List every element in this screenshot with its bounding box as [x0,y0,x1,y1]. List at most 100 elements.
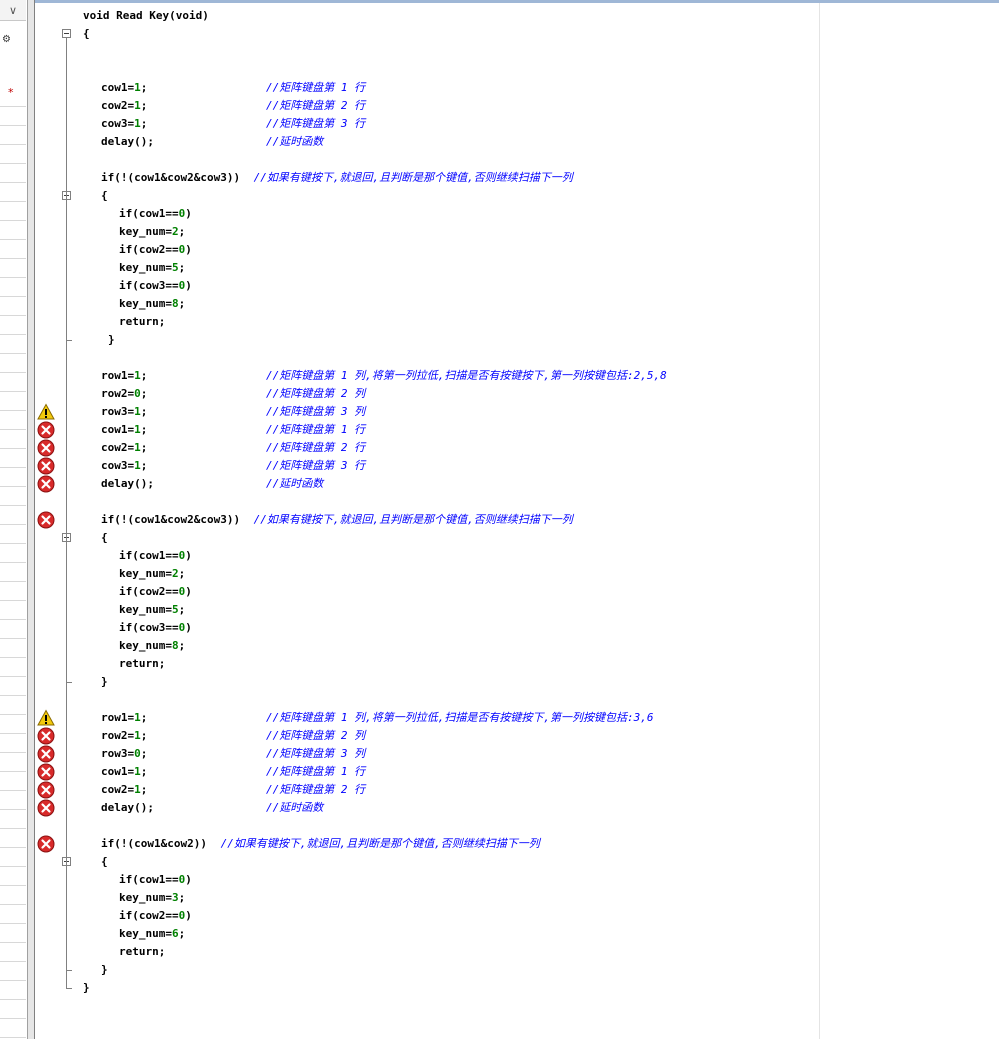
code-text: if(!(cow1&cow2&cow3)) [101,513,241,526]
code-line[interactable]: } [35,331,999,349]
code-line[interactable]: { [35,187,999,205]
code-line[interactable]: if(!(cow1&cow2&cow3)) //如果有键按下,就退回,且判断是那个… [35,511,999,529]
code-comment: //矩阵键盘第 1 列,将第一列拉低,扫描是否有按键按下,第一列按键包括:2,5… [266,369,667,382]
code-text: return; [119,315,166,328]
code-line[interactable]: row3=1; //矩阵键盘第 3 列 [35,403,999,421]
code-text: delay(); [101,135,154,148]
code-comment: //如果有键按下,就退回,且判断是那个键值,否则继续扫描下一列 [253,513,573,526]
code-line[interactable]: if(cow2==0) [35,907,999,925]
code-line[interactable]: key_num=5; [35,259,999,277]
code-line[interactable] [35,61,999,79]
number-literal: 1 [134,711,141,724]
file-settings-icon[interactable]: ⚙ [2,34,20,48]
code-line[interactable]: key_num=6; [35,925,999,943]
code-line[interactable] [35,691,999,709]
code-comment: //矩阵键盘第 3 行 [266,459,366,472]
panel-splitter[interactable] [28,0,35,1039]
code-line[interactable]: key_num=8; [35,637,999,655]
error-icon[interactable] [37,781,55,799]
code-line[interactable]: cow3=1; //矩阵键盘第 3 行 [35,457,999,475]
code-text: cow2=1; [101,99,148,112]
code-text: key_num=8; [119,639,186,652]
code-line[interactable]: { [35,25,999,43]
error-icon[interactable] [37,439,55,457]
number-literal: 3 [171,891,179,904]
code-line[interactable]: void Read Key(void) [35,7,999,25]
code-line[interactable]: row2=1; //矩阵键盘第 2 列 [35,727,999,745]
code-line[interactable]: row3=0; //矩阵键盘第 3 列 [35,745,999,763]
code-line[interactable]: if(!(cow1&cow2&cow3)) //如果有键按下,就退回,且判断是那个… [35,169,999,187]
code-line[interactable]: if(cow3==0) [35,277,999,295]
fold-collapse-icon[interactable] [62,29,71,38]
code-line[interactable]: if(cow2==0) [35,241,999,259]
code-comment: //延时函数 [266,477,324,490]
code-line[interactable]: delay(); //延时函数 [35,799,999,817]
number-literal: 0 [178,549,186,562]
warning-icon[interactable] [37,709,55,727]
panel-dropdown-button[interactable]: ∨ [0,0,26,21]
code-line[interactable]: } [35,979,999,997]
error-icon[interactable] [37,799,55,817]
panel-row-divider [0,543,26,544]
error-icon[interactable] [37,727,55,745]
error-icon[interactable] [37,511,55,529]
panel-row-divider [0,372,26,373]
code-line[interactable]: delay(); //延时函数 [35,133,999,151]
code-line[interactable]: key_num=2; [35,223,999,241]
number-literal: 0 [178,585,186,598]
code-line[interactable]: } [35,673,999,691]
chevron-down-icon[interactable]: ∨ [9,4,17,17]
error-icon[interactable] [37,745,55,763]
panel-row-divider [0,182,26,183]
code-text: { [101,189,108,202]
panel-row-divider [0,828,26,829]
code-line[interactable] [35,151,999,169]
code-line[interactable]: key_num=5; [35,601,999,619]
code-line[interactable]: key_num=2; [35,565,999,583]
code-line[interactable]: row2=0; //矩阵键盘第 2 列 [35,385,999,403]
code-editor[interactable]: void Read Key(void){cow1=1;//矩阵键盘第 1 行 co… [35,3,999,1039]
code-line[interactable]: return; [35,943,999,961]
code-text: key_num=6; [119,927,186,940]
code-line[interactable]: cow1=1; //矩阵键盘第 1 行 [35,79,999,97]
code-line[interactable]: cow2=1; //矩阵键盘第 2 行 [35,97,999,115]
code-line[interactable]: cow3=1; //矩阵键盘第 3 行 [35,115,999,133]
code-line[interactable]: if(!(cow1&cow2)) //如果有键按下,就退回,且判断是那个键值,否则… [35,835,999,853]
code-line[interactable] [35,349,999,367]
code-line[interactable]: return; [35,313,999,331]
error-icon[interactable] [37,475,55,493]
code-line[interactable] [35,817,999,835]
code-line[interactable]: if(cow3==0) [35,619,999,637]
code-comment: //矩阵键盘第 2 列 [266,729,366,742]
code-line[interactable]: key_num=8; [35,295,999,313]
code-line[interactable]: cow1=1; //矩阵键盘第 1 行 [35,763,999,781]
code-line[interactable]: cow1=1; //矩阵键盘第 1 行 [35,421,999,439]
code-line[interactable]: cow2=1; //矩阵键盘第 2 行 [35,781,999,799]
code-line[interactable]: if(cow1==0) [35,871,999,889]
code-text: cow1=1; [101,81,148,94]
code-text: } [108,333,115,346]
modified-marker: * [8,86,14,99]
error-icon[interactable] [37,763,55,781]
code-line[interactable]: { [35,853,999,871]
code-line[interactable]: } [35,961,999,979]
code-line[interactable]: key_num=3; [35,889,999,907]
number-literal: 1 [134,99,141,112]
error-icon[interactable] [37,835,55,853]
code-line[interactable]: if(cow2==0) [35,583,999,601]
code-comment: //如果有键按下,就退回,且判断是那个键值,否则继续扫描下一列 [253,171,573,184]
code-line[interactable]: row1=1; //矩阵键盘第 1 列,将第一列拉低,扫描是否有按键按下,第一列按… [35,709,999,727]
code-line[interactable]: if(cow1==0) [35,547,999,565]
code-line[interactable]: row1=1; //矩阵键盘第 1 列,将第一列拉低,扫描是否有按键按下,第一列按… [35,367,999,385]
code-line[interactable]: { [35,529,999,547]
code-line[interactable]: cow2=1; //矩阵键盘第 2 行 [35,439,999,457]
code-text: return; [119,945,166,958]
error-icon[interactable] [37,421,55,439]
warning-icon[interactable] [37,403,55,421]
code-line[interactable] [35,493,999,511]
code-line[interactable] [35,43,999,61]
code-line[interactable]: return; [35,655,999,673]
error-icon[interactable] [37,457,55,475]
code-line[interactable]: if(cow1==0) [35,205,999,223]
code-line[interactable]: delay(); //延时函数 [35,475,999,493]
